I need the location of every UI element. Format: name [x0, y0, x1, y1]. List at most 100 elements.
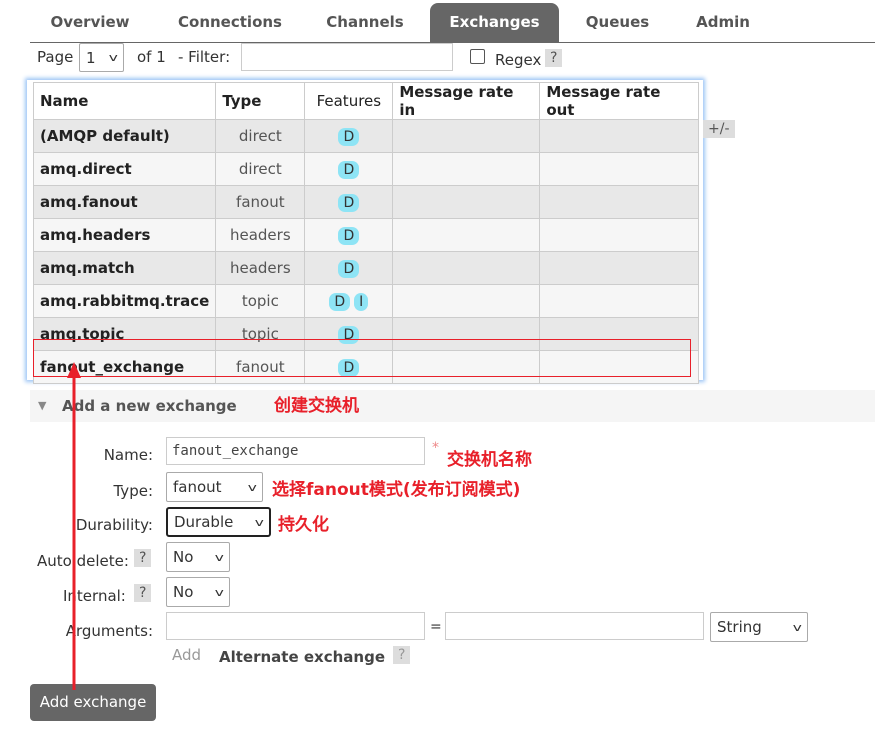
tab-exchanges[interactable]: Exchanges: [430, 3, 559, 42]
rate-in: [392, 152, 541, 186]
argument-type-value: String: [717, 618, 762, 636]
regex-label: Regex: [495, 51, 542, 69]
exchange-features: D: [304, 251, 394, 285]
feature-badge: D: [338, 160, 360, 179]
chevron-down-icon: v: [255, 515, 265, 529]
tab-overview[interactable]: Overview: [30, 3, 150, 42]
chevron-down-icon: v: [215, 550, 225, 564]
annotation-durability: 持久化: [278, 515, 329, 535]
regex-help-button[interactable]: ?: [545, 49, 563, 67]
feature-badge: I: [354, 292, 369, 311]
annotation-name: 交换机名称: [447, 450, 532, 470]
add-exchange-section-header[interactable]: ▼ Add a new exchange: [30, 390, 875, 422]
table-row[interactable]: amq.rabbitmq.trace topic D I: [32, 284, 700, 318]
exchange-features: D: [304, 119, 394, 153]
argument-type-select[interactable]: String v: [710, 612, 808, 642]
rate-out: [539, 119, 700, 153]
table-row[interactable]: amq.fanout fanout D: [32, 185, 700, 219]
feature-badge: D: [338, 193, 360, 212]
type-select[interactable]: fanout v: [166, 472, 263, 502]
chevron-down-icon: v: [248, 480, 258, 494]
exchange-name[interactable]: amq.rabbitmq.trace: [32, 284, 217, 318]
argument-key-input[interactable]: [166, 612, 425, 640]
name-label: Name:: [103, 446, 153, 464]
exchange-type: headers: [215, 251, 306, 285]
rate-in: [392, 119, 541, 153]
alternate-help-button[interactable]: ?: [393, 646, 411, 664]
add-exchange-button[interactable]: Add exchange: [30, 684, 156, 721]
col-rate-in[interactable]: Message rate in: [392, 82, 541, 120]
add-argument-link[interactable]: Add: [172, 646, 201, 664]
feature-badge: D: [338, 127, 360, 146]
feature-badge: D: [338, 226, 360, 245]
col-type[interactable]: Type: [215, 82, 306, 120]
rate-in: [392, 251, 541, 285]
exchange-type: direct: [215, 152, 306, 186]
internal-help-button[interactable]: ?: [134, 584, 152, 602]
equals-sign: =: [430, 619, 442, 635]
internal-value: No: [173, 583, 194, 601]
exchange-type: fanout: [215, 185, 306, 219]
tab-queues[interactable]: Queues: [570, 3, 665, 42]
page-select[interactable]: 1v: [79, 43, 124, 72]
exchange-features: DI: [304, 284, 394, 318]
regex-checkbox[interactable]: [470, 49, 485, 64]
chevron-down-icon: v: [215, 585, 225, 599]
table-row[interactable]: amq.headers headers D: [32, 218, 700, 252]
exchange-name[interactable]: amq.direct: [32, 152, 217, 186]
feature-badge: D: [329, 292, 351, 311]
table-row[interactable]: amq.direct direct D: [32, 152, 700, 186]
exchange-type: topic: [215, 284, 306, 318]
col-features[interactable]: Features: [304, 82, 394, 120]
tab-admin[interactable]: Admin: [678, 3, 768, 42]
arguments-label: Arguments:: [65, 622, 153, 640]
nav-tabs: Overview Connections Channels Exchanges …: [30, 0, 875, 43]
col-name[interactable]: Name: [32, 82, 217, 120]
exchange-name[interactable]: amq.headers: [32, 218, 217, 252]
of-pages: of 1: [137, 48, 166, 66]
collapse-triangle-icon: ▼: [38, 399, 47, 412]
rate-out: [539, 251, 700, 285]
chevron-down-icon: v: [109, 51, 119, 64]
exchange-name[interactable]: (AMQP default): [32, 119, 217, 153]
table-row[interactable]: (AMQP default) direct D: [32, 119, 700, 153]
exchange-name[interactable]: amq.fanout: [32, 185, 217, 219]
filter-input[interactable]: [241, 43, 453, 71]
durability-select[interactable]: Durable v: [166, 507, 271, 537]
exchange-type: direct: [215, 119, 306, 153]
rate-in: [392, 284, 541, 318]
rate-out: [539, 185, 700, 219]
annotation-create: 创建交换机: [274, 396, 359, 416]
table-row[interactable]: amq.match headers D: [32, 251, 700, 285]
exchange-type: headers: [215, 218, 306, 252]
autodelete-select[interactable]: No v: [166, 542, 230, 572]
rate-out: [539, 284, 700, 318]
rate-out: [539, 218, 700, 252]
autodelete-help-button[interactable]: ?: [134, 549, 152, 567]
filter-label: - Filter:: [178, 48, 231, 66]
internal-select[interactable]: No v: [166, 577, 230, 607]
col-rate-out[interactable]: Message rate out: [539, 82, 700, 120]
exchange-features: D: [304, 152, 394, 186]
rate-in: [392, 185, 541, 219]
autodelete-value: No: [173, 548, 194, 566]
alternate-exchange-link[interactable]: Alternate exchange: [219, 648, 385, 666]
tab-channels[interactable]: Channels: [310, 3, 420, 42]
annotation-type: 选择fanout模式(发布订阅模式): [272, 480, 521, 500]
columns-toggle[interactable]: +/-: [703, 120, 735, 138]
highlight-box: [33, 339, 691, 377]
page-label: Page: [37, 48, 74, 66]
page-value: 1: [86, 48, 96, 67]
feature-badge: D: [338, 259, 360, 278]
rate-out: [539, 152, 700, 186]
name-input[interactable]: [166, 437, 425, 465]
required-marker: *: [432, 440, 439, 456]
type-label: Type:: [113, 482, 153, 500]
tab-connections[interactable]: Connections: [160, 3, 300, 42]
exchange-features: D: [304, 218, 394, 252]
exchanges-table-container: Name Type Features Message rate in Messa…: [27, 80, 703, 384]
chevron-down-icon: v: [793, 620, 803, 634]
exchange-name[interactable]: amq.match: [32, 251, 217, 285]
exchange-features: D: [304, 185, 394, 219]
argument-value-input[interactable]: [445, 612, 704, 640]
